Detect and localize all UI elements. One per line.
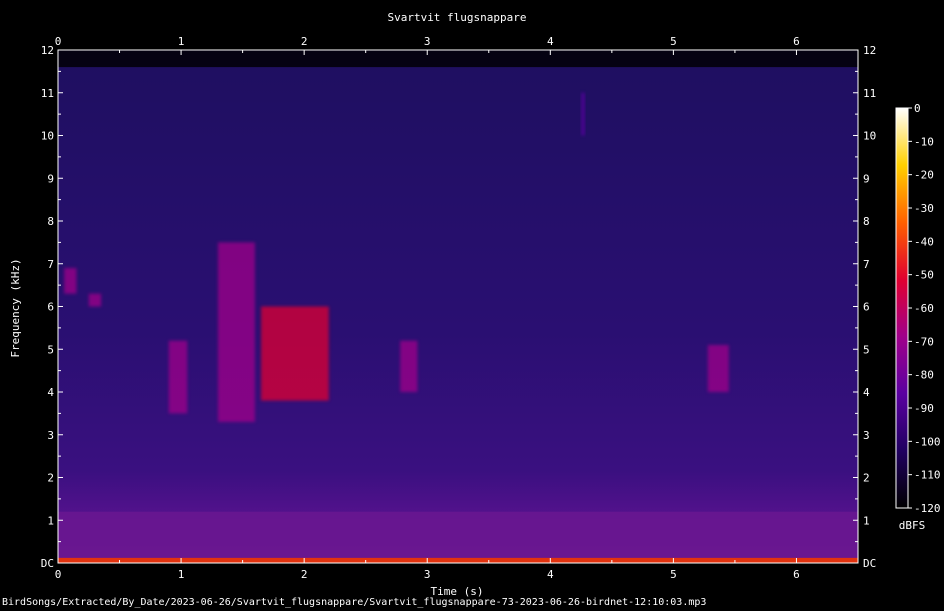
colorbar-tick-label-0: 0 <box>914 102 921 115</box>
x-tick-label-bottom-3: 3 <box>424 568 431 581</box>
spectrogram-chart: Svartvit flugsnappare Time (s) Frequency… <box>9 11 941 597</box>
y-tick-label-left-4: 4 <box>47 386 54 399</box>
spectrogram-event-0 <box>168 340 188 414</box>
x-tick-label-top-6: 6 <box>793 35 800 48</box>
y-tick-label-left-11: 11 <box>41 87 54 100</box>
colorbar-tick-label-3: -30 <box>914 202 934 215</box>
y-tick-label-left-9: 9 <box>47 172 54 185</box>
colorbar-tick-label-1: -10 <box>914 135 934 148</box>
colorbar-tick-label-7: -70 <box>914 335 934 348</box>
y-tick-label-right-4: 4 <box>863 386 870 399</box>
spectrogram-event-4 <box>707 344 729 392</box>
y-tick-label-left-0: DC <box>41 557 54 570</box>
y-tick-label-left-2: 2 <box>47 472 54 485</box>
x-tick-label-top-4: 4 <box>547 35 554 48</box>
x-tick-label-bottom-5: 5 <box>670 568 677 581</box>
colorbar-tick-label-4: -40 <box>914 235 934 248</box>
spectrogram-event-7 <box>581 92 585 136</box>
y-tick-label-left-7: 7 <box>47 258 54 271</box>
x-tick-label-bottom-4: 4 <box>547 568 554 581</box>
y-tick-label-left-12: 12 <box>41 44 54 57</box>
x-tick-label-top-1: 1 <box>178 35 185 48</box>
x-tick-label-bottom-6: 6 <box>793 568 800 581</box>
dc-line <box>58 557 858 563</box>
y-tick-label-left-3: 3 <box>47 429 54 442</box>
x-tick-label-bottom-0: 0 <box>55 568 62 581</box>
spectrogram-background <box>58 50 858 563</box>
colorbar-tick-label-2: -20 <box>914 169 934 182</box>
y-tick-label-left-1: 1 <box>47 514 54 527</box>
spectrogram-event-3 <box>400 340 418 392</box>
y-tick-label-right-8: 8 <box>863 215 870 228</box>
x-tick-label-top-3: 3 <box>424 35 431 48</box>
x-tick-label-top-5: 5 <box>670 35 677 48</box>
colorbar-tick-label-12: -120 <box>914 502 941 515</box>
chart-title: Svartvit flugsnappare <box>387 11 526 24</box>
colorbar-tick-label-11: -110 <box>914 469 941 482</box>
x-axis-label: Time (s) <box>431 585 484 597</box>
y-tick-label-right-0: DC <box>863 557 876 570</box>
colorbar-label: dBFS <box>899 519 926 532</box>
file-path-caption: BirdSongs/Extracted/By_Date/2023-06-26/S… <box>2 597 707 608</box>
colorbar-tick-label-10: -100 <box>914 435 941 448</box>
y-tick-label-right-6: 6 <box>863 301 870 314</box>
y-axis-label: Frequency (kHz) <box>9 258 22 357</box>
y-tick-label-right-10: 10 <box>863 130 876 143</box>
y-tick-label-right-7: 7 <box>863 258 870 271</box>
x-tick-label-bottom-1: 1 <box>178 568 185 581</box>
y-tick-label-right-9: 9 <box>863 172 870 185</box>
y-tick-label-right-5: 5 <box>863 343 870 356</box>
y-tick-label-left-5: 5 <box>47 343 54 356</box>
colorbar <box>895 107 909 509</box>
y-tick-label-right-11: 11 <box>863 87 876 100</box>
x-tick-label-top-0: 0 <box>55 35 62 48</box>
x-tick-label-top-2: 2 <box>301 35 308 48</box>
colorbar-tick-label-9: -90 <box>914 402 934 415</box>
spectrogram-event-5 <box>64 268 77 294</box>
y-tick-label-left-6: 6 <box>47 301 54 314</box>
colorbar-tick-label-8: -80 <box>914 369 934 382</box>
colorbar-tick-label-5: -50 <box>914 269 934 282</box>
y-tick-label-right-1: 1 <box>863 514 870 527</box>
spectrogram-event-6 <box>88 293 102 307</box>
colorbar-tick-label-6: -60 <box>914 302 934 315</box>
spectrogram-top-band <box>58 50 858 68</box>
spectrogram-event-1 <box>218 242 255 422</box>
noise-floor-band <box>58 511 858 563</box>
spectrogram-event-2 <box>261 306 329 401</box>
y-tick-label-right-3: 3 <box>863 429 870 442</box>
y-tick-label-right-2: 2 <box>863 472 870 485</box>
y-tick-label-right-12: 12 <box>863 44 876 57</box>
y-tick-label-left-8: 8 <box>47 215 54 228</box>
y-tick-label-left-10: 10 <box>41 130 54 143</box>
x-tick-label-bottom-2: 2 <box>301 568 308 581</box>
